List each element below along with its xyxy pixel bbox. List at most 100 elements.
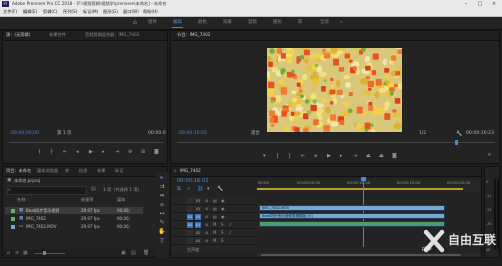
playhead-handle[interactable] — [361, 177, 366, 181]
ripple-edit-tool-icon[interactable]: ⇹ — [158, 192, 166, 200]
sync-lock-icon[interactable]: ▤ — [213, 206, 217, 211]
program-playhead[interactable] — [455, 140, 458, 145]
mark-out-icon[interactable]: } — [288, 153, 291, 159]
workspace-all[interactable]: 全部 — [320, 20, 329, 25]
go-to-out-icon[interactable]: ⇥ — [353, 153, 357, 159]
sync-lock-icon[interactable]: ▤ — [213, 214, 217, 219]
mute-icon[interactable]: M — [213, 238, 216, 243]
zoom-slider[interactable] — [35, 253, 65, 254]
icon-view-icon[interactable]: ▦ — [23, 250, 28, 256]
source-timecode[interactable]: 00;00;00;00 — [11, 131, 39, 137]
add-marker-icon[interactable]: ▾ — [263, 153, 266, 159]
overwrite-icon[interactable]: ⊞ — [141, 149, 145, 155]
step-forward-icon[interactable]: ▸ — [102, 149, 105, 155]
timeline-audio-clip[interactable] — [259, 221, 445, 227]
wrench-icon[interactable]: 🔧 — [456, 131, 462, 137]
razor-tool-icon[interactable]: ⌀ — [158, 201, 166, 209]
mic-icon[interactable]: ♪ — [229, 230, 232, 235]
mark-in-icon[interactable]: { — [38, 149, 41, 155]
column-name[interactable]: 名称 — [17, 197, 25, 202]
mute-icon[interactable]: M — [213, 222, 216, 227]
tab-effect-controls[interactable]: 效果控件 — [49, 32, 66, 37]
workspace-audio[interactable]: 音频 — [248, 20, 257, 25]
list-view-icon[interactable]: ≡ — [15, 250, 19, 256]
play-icon[interactable]: ▶ — [89, 149, 93, 155]
lock-icon[interactable]: ⊘ — [205, 214, 208, 219]
workspace-more-icon[interactable]: » — [340, 20, 343, 25]
workspace-libraries[interactable]: 库 — [298, 20, 302, 25]
close-icon[interactable]: × — [488, 0, 500, 8]
timeline-clip[interactable]: Beat同步音乐视频剪辑模板 [V] — [259, 213, 445, 219]
minimize-icon[interactable]: – — [460, 0, 472, 8]
go-to-in-icon[interactable]: ⇤ — [63, 149, 67, 155]
source-patch[interactable] — [187, 229, 193, 236]
go-to-in-icon[interactable]: ⇤ — [301, 153, 305, 159]
column-media[interactable]: 媒体 — [117, 197, 125, 202]
project-search-input[interactable] — [7, 186, 87, 195]
menu-graphics[interactable]: 图形(G) — [103, 9, 118, 14]
snap-icon[interactable]: ∩ — [187, 186, 191, 192]
tab-sequence[interactable]: IMG_7402 — [180, 168, 201, 173]
maximize-icon[interactable]: □ — [474, 0, 486, 8]
lock-icon[interactable]: ⊘ — [205, 222, 208, 227]
zoom-slider-handle[interactable] — [43, 251, 46, 255]
tab-libraries[interactable]: 库 — [65, 168, 69, 173]
timeline-timecode[interactable]: 00:00:16:02 — [177, 178, 209, 184]
workspace-effects[interactable]: 效果 — [223, 20, 232, 25]
tab-media-browser[interactable]: 媒体浏览器 — [37, 168, 58, 173]
tab-program[interactable]: 节目：IMG_7402 — [177, 32, 210, 37]
tab-audio-clip-mixer[interactable]: 音频剪辑混合器：IMG_7402 — [85, 32, 139, 37]
track-target[interactable]: A3 — [195, 237, 201, 244]
add-marker-icon[interactable]: ▾ — [207, 186, 210, 192]
delete-icon[interactable]: 🗑 — [143, 250, 149, 256]
source-patch[interactable]: V1 — [187, 213, 193, 220]
lock-icon[interactable]: ⊘ — [205, 198, 208, 203]
tab-markers[interactable]: 标记 — [115, 168, 123, 173]
source-patch[interactable] — [187, 205, 193, 212]
workspace-color[interactable]: 颜色 — [198, 20, 207, 25]
tab-project[interactable]: 项目：未命名 — [6, 168, 31, 173]
track-select-tool-icon[interactable]: ⇉ — [158, 183, 166, 191]
step-back-icon[interactable]: ◂ — [314, 153, 317, 159]
list-item[interactable]: ▦ IMG_7402 29.97 fps 00;00; — [5, 215, 143, 222]
menu-help[interactable]: 帮助(H) — [143, 9, 158, 14]
step-forward-icon[interactable]: ▸ — [340, 153, 343, 159]
new-item-icon[interactable]: ▤ — [131, 250, 136, 256]
tab-info[interactable]: 信息 — [79, 168, 87, 173]
source-scrub-bar[interactable] — [9, 142, 163, 143]
new-bin-icon[interactable]: ▣ — [121, 250, 126, 256]
lock-icon[interactable]: ⊘ — [205, 206, 208, 211]
solo-icon[interactable]: S — [221, 238, 224, 243]
program-fit-select[interactable]: 适合 — [251, 131, 260, 136]
list-item[interactable]: ▦ Beat同步音乐视频 29.97 fps 00;00; — [5, 207, 143, 214]
tab-source[interactable]: 源：(无剪辑) — [6, 32, 30, 37]
solo-icon[interactable]: S — [221, 230, 224, 235]
play-icon[interactable]: ▶ — [327, 153, 331, 159]
menu-sequence[interactable]: 序列(S) — [63, 9, 77, 14]
sync-lock-icon[interactable]: ▤ — [213, 198, 217, 203]
workspace-graphics[interactable]: 图形 — [273, 20, 282, 25]
tab-effects[interactable]: 效果 — [97, 168, 105, 173]
column-frame-rate[interactable]: 帧速率 — [81, 197, 94, 202]
program-scrub-bar[interactable] — [177, 142, 495, 143]
timeline-clip[interactable]: IMG_7402.MOV — [259, 205, 445, 211]
mark-out-icon[interactable]: } — [50, 149, 53, 155]
work-area-bar[interactable] — [257, 188, 463, 190]
track-target[interactable]: A1 — [195, 221, 201, 228]
program-timecode[interactable]: 00:00:16:02 — [179, 131, 207, 137]
lock-icon[interactable]: ⊘ — [205, 230, 208, 235]
mic-icon[interactable]: ♪ — [229, 222, 232, 227]
pen-tool-icon[interactable]: ✎ — [158, 219, 166, 227]
slip-tool-icon[interactable]: ↔ — [158, 210, 166, 218]
source-patch[interactable] — [187, 197, 193, 204]
menu-file[interactable]: 文件(F) — [3, 9, 17, 14]
lock-icon[interactable]: ⌂ — [7, 250, 10, 256]
home-icon[interactable]: ⌂ — [133, 20, 140, 26]
track-target[interactable]: A2 — [195, 229, 201, 236]
track-target[interactable]: V1 — [195, 213, 201, 220]
source-patch[interactable]: A1 — [187, 221, 193, 228]
camera-icon[interactable]: ◙ — [392, 153, 397, 159]
go-to-out-icon[interactable]: ⇥ — [115, 149, 119, 155]
selection-tool-icon[interactable]: ▸ — [158, 174, 166, 182]
extract-icon[interactable]: ⏏ — [379, 153, 384, 159]
